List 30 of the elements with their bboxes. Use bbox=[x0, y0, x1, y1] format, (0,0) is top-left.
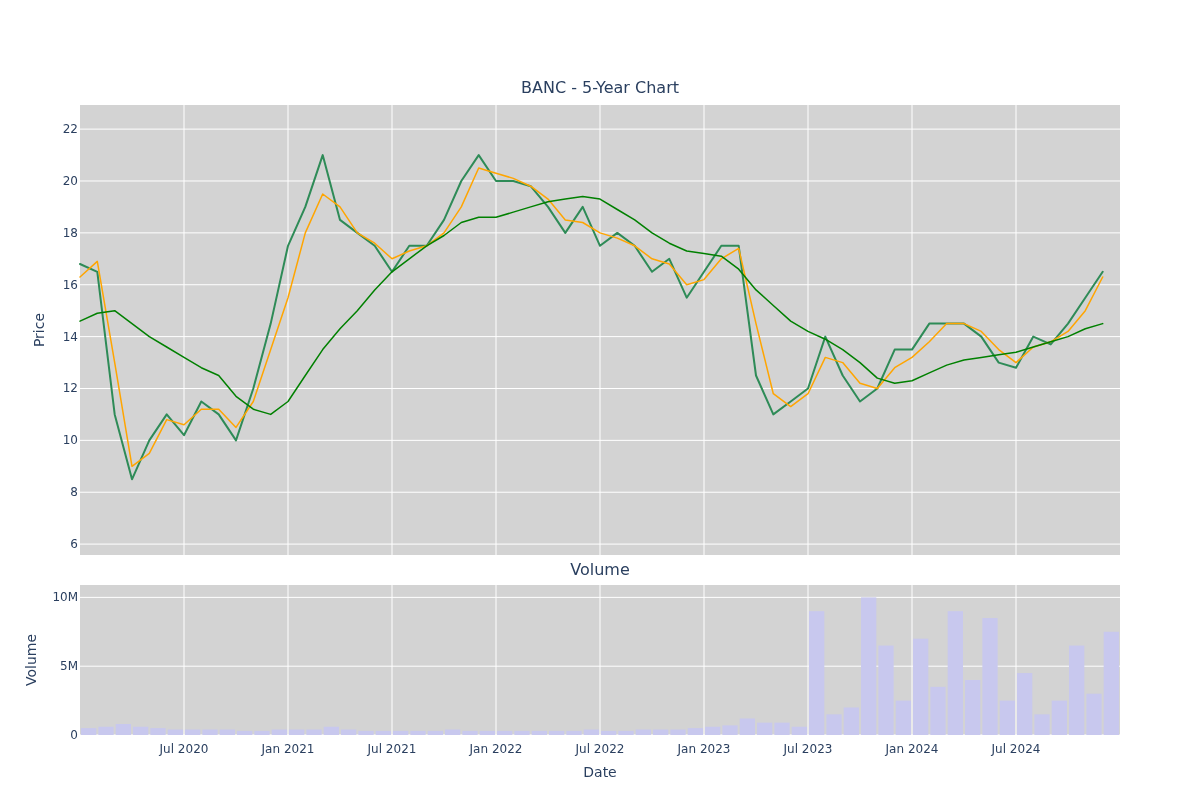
axis-tick-label: Jan 2021 bbox=[261, 742, 315, 756]
axis-tick-label: 0 bbox=[70, 728, 78, 742]
axis-tick-label: 14 bbox=[62, 329, 78, 344]
axis-tick-label: 6 bbox=[70, 537, 78, 552]
axis-tick-label: Jan 2023 bbox=[677, 742, 731, 756]
axis-tick-label: 20 bbox=[62, 174, 78, 188]
axis-tick-label: Jul 2020 bbox=[159, 742, 209, 756]
axis-tick-label: 10M bbox=[52, 590, 78, 605]
axis-tick-label: Jan 2022 bbox=[469, 742, 523, 756]
chart-title: Volume bbox=[569, 560, 631, 580]
axis-tick-label: 5M bbox=[60, 659, 78, 674]
axis-tick-label: Jul 2021 bbox=[367, 742, 417, 756]
axis-tick-label: 22 bbox=[62, 122, 78, 137]
axis-tick-label: Jul 2023 bbox=[783, 742, 833, 756]
axis-tick-label: 12 bbox=[62, 381, 78, 396]
volume-bar bbox=[98, 726, 114, 735]
axis-tick-label: Jan 2024 bbox=[885, 742, 939, 756]
axis-tick-label: Jul 2022 bbox=[575, 742, 625, 756]
axis-label: Date bbox=[582, 764, 618, 780]
axis-tick-label: 16 bbox=[62, 277, 78, 292]
volume-bar bbox=[115, 724, 131, 735]
axis-tick-label: 10 bbox=[62, 433, 78, 448]
axis-tick-label: 18 bbox=[62, 225, 78, 240]
volume-bar bbox=[133, 726, 149, 735]
chart-title: BANC - 5-Year Chart bbox=[520, 78, 680, 99]
axis-tick-label: 8 bbox=[70, 485, 78, 500]
axis-label: Volume bbox=[23, 633, 39, 687]
axis-label: Price bbox=[31, 312, 47, 348]
volume-bar bbox=[705, 726, 721, 735]
axis-tick-label: Jul 2024 bbox=[991, 742, 1041, 756]
